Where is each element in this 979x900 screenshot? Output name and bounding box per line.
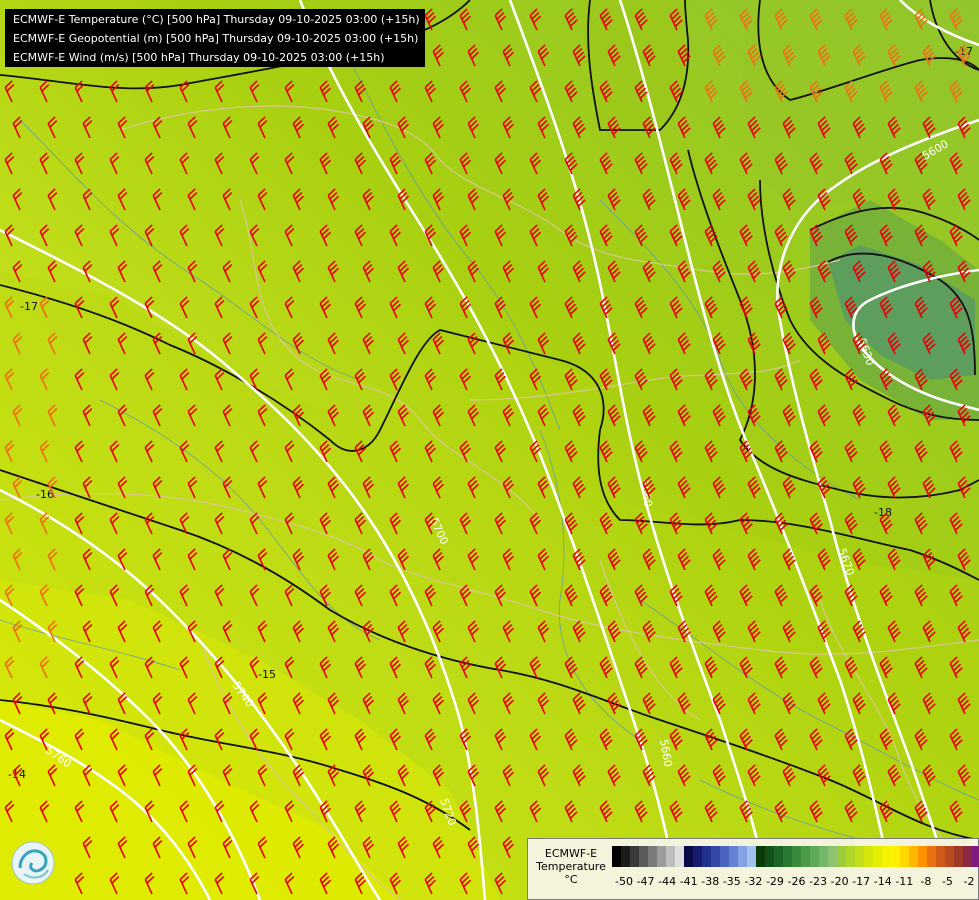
legend-color-bar [612,846,979,867]
legend-swatch [756,846,765,867]
legend-swatch [630,846,639,867]
legend-swatch [648,846,657,867]
legend-swatch [675,846,684,867]
legend-swatch [765,846,774,867]
legend-tick: -32 [744,875,763,888]
legend-tick: -23 [809,875,828,888]
legend-swatch [936,846,945,867]
legend-model: ECMWF-E [544,847,598,860]
legend-swatch [954,846,963,867]
temperature-label: -17 [20,300,38,313]
legend-tick: -41 [679,875,698,888]
legend-swatch [657,846,666,867]
legend-swatch [900,846,909,867]
legend-swatch [666,846,675,867]
legend-swatch [783,846,792,867]
legend-swatch [792,846,801,867]
temperature-layer-title: ECMWF-E Temperature (°C) [500 hPa] Thurs… [13,13,420,26]
legend-swatch [864,846,873,867]
legend-swatch [720,846,729,867]
legend-swatch [837,846,846,867]
legend-tick: -20 [830,875,849,888]
legend-swatch [846,846,855,867]
temperature-label: -15 [258,668,276,681]
legend-unit: °C [564,873,578,886]
legend-tick: -38 [701,875,720,888]
legend-swatch [855,846,864,867]
legend-tick: -17 [852,875,871,888]
legend-swatch [774,846,783,867]
legend-swatch [747,846,756,867]
legend-swatch [828,846,837,867]
legend-swatch [909,846,918,867]
legend-swatch [801,846,810,867]
legend-swatch [621,846,630,867]
legend-title: ECMWF-E Temperature °C [532,847,610,886]
legend-tick: -5 [941,875,953,888]
legend-variable: Temperature [536,860,606,873]
wind-layer-title: ECMWF-E Wind (m/s) [500 hPa] Thursday 09… [13,51,385,64]
legend-swatch [972,846,979,867]
legend-swatch [927,846,936,867]
legend-swatch [702,846,711,867]
legend-tick: -11 [895,875,914,888]
legend-tick: -35 [722,875,741,888]
geopotential-layer-title: ECMWF-E Geopotential (m) [500 hPa] Thurs… [13,32,419,45]
legend-tick: -29 [765,875,784,888]
legend-swatch [918,846,927,867]
legend-tick: -47 [636,875,655,888]
legend-tick: -8 [920,875,932,888]
legend-swatch [819,846,828,867]
legend-swatch [684,846,693,867]
map-info-header: ECMWF-E Temperature (°C) [500 hPa] Thurs… [5,9,425,67]
legend-tick: -26 [787,875,806,888]
legend-tick: -44 [658,875,677,888]
legend-swatch [882,846,891,867]
legend-swatch [963,846,972,867]
legend-tick-labels: -50 -47 -44 -41 -38 -35 -32 -29 -26 -23 -20 -17 -14-… [612,875,975,891]
temperature-legend: ECMWF-E Temperature °C -50 -47 -44 -41 -38 -3… [527,838,979,900]
legend-swatch [891,846,900,867]
legend-tick: -2 [963,875,975,888]
legend-swatch [612,846,621,867]
weather-map[interactable]: 5600 5630 5660 5670 5660 5700 5720 5740 … [0,0,979,900]
legend-tick: -14 [873,875,892,888]
legend-swatch [639,846,648,867]
legend-swatch [729,846,738,867]
legend-swatch [693,846,702,867]
legend-swatch [810,846,819,867]
ecmwf-logo-icon [11,841,55,885]
legend-tick: -50 [615,875,633,888]
legend-swatch [738,846,747,867]
legend-swatch [873,846,882,867]
legend-swatch [711,846,720,867]
legend-swatch [945,846,954,867]
